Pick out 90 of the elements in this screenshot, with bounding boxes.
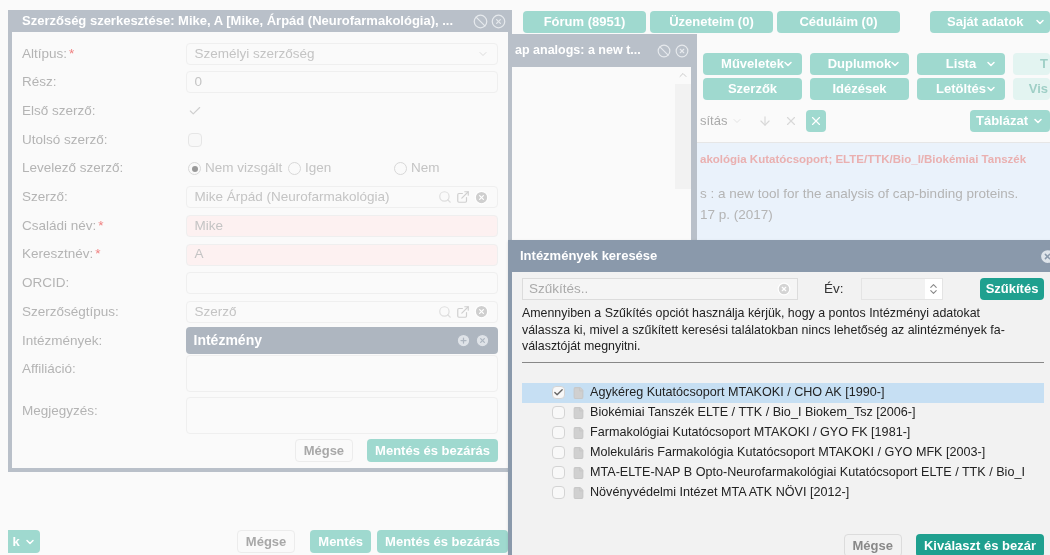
filter-button[interactable]: Szűkítés — [980, 278, 1044, 300]
document-icon — [572, 405, 585, 420]
close-icon — [809, 114, 823, 128]
required-mark: * — [98, 216, 104, 235]
input-field[interactable]: A — [185, 243, 498, 266]
dialog-title: Intézmények keresése — [520, 247, 658, 266]
institution-item[interactable]: Agykéreg Kutatócsoport MTAKOKI / CHO AK [1990-] — [522, 382, 1044, 403]
field-label: Első szerző: — [22, 102, 96, 121]
field-label: Levelező szerző: — [22, 159, 124, 178]
field-label: Családi név: — [22, 216, 97, 235]
institution-item[interactable]: Farmakológiai Kutatócsoport MTAKOKI / GYO FK [1981-] — [522, 422, 1044, 443]
minimize-icon[interactable] — [657, 43, 671, 58]
checkbox[interactable] — [552, 486, 565, 499]
field-label: Szerzőségtípus: — [22, 302, 119, 321]
checkbox[interactable] — [552, 466, 565, 479]
field-label: ORCID: — [22, 274, 70, 293]
table-view-button[interactable]: Táblázat — [970, 110, 1050, 132]
toolbar-button[interactable]: Lista — [917, 53, 1005, 75]
field-label: Rész: — [22, 73, 57, 92]
checkbox[interactable] — [552, 386, 565, 399]
nav-button[interactable]: Saját adatok — [930, 11, 1050, 33]
field-label: Utolsó szerző: — [22, 130, 108, 149]
clear-icon[interactable] — [474, 189, 489, 205]
required-mark: * — [95, 245, 101, 264]
filter-field[interactable]: Szűkítés.. — [522, 278, 798, 300]
popout-icon[interactable] — [456, 190, 470, 205]
field-label: Altípus: — [22, 44, 68, 63]
document-icon — [572, 425, 585, 440]
window-title: ap analogs: a new t... — [515, 42, 641, 60]
field-label: Intézmények: — [22, 331, 103, 350]
field-label: Szerző: — [22, 188, 68, 207]
checkbox[interactable] — [552, 426, 565, 439]
toolbar-button[interactable]: Műveletek — [703, 53, 802, 75]
footer-button[interactable]: Mentés — [310, 530, 372, 553]
input-field[interactable]: Mike — [185, 214, 498, 237]
toolbar-button[interactable]: Duplumok — [810, 53, 909, 75]
field-label: Megjegyzés: — [22, 402, 98, 420]
sort-select[interactable]: sítás — [700, 110, 750, 132]
nav-button[interactable]: Üzeneteim (0) — [650, 11, 773, 33]
year-label: Év: — [824, 279, 844, 298]
remove-icon[interactable] — [475, 333, 490, 349]
search-icon[interactable] — [438, 304, 452, 319]
checkbox[interactable] — [552, 406, 565, 419]
add-icon[interactable] — [456, 333, 471, 349]
menu-button[interactable]: k — [8, 530, 40, 553]
dialog-button[interactable]: Mégse — [843, 534, 902, 555]
item-label: Növényvédelmi Intézet MTA ATK NÖVI [2012-] — [590, 484, 850, 502]
item-label: MTA-ELTE-NAP B Opto-Neurofarmakológiai Kutatócsoport ELTE / TTK / Bio_I — [590, 464, 1025, 482]
institution-item[interactable]: Biokémiai Tanszék ELTE / TTK / Bio_I Biokem_Tsz [2006-] — [522, 402, 1044, 423]
toolbar-button[interactable]: Szerzők — [703, 78, 802, 100]
field-label: Affiliáció: — [22, 360, 76, 378]
item-label: Molekuláris Farmakológia Kutatócsoport MTAKOKI / GYO MFK [2003-] — [590, 444, 986, 462]
footer-button[interactable]: Mégse — [236, 530, 296, 553]
popout-icon[interactable] — [456, 304, 470, 319]
field-label: Keresztnév: — [22, 245, 94, 264]
record-title: s : a new tool for the analysis of cap-binding proteins. — [700, 185, 1020, 204]
list-header: Intézmény — [185, 327, 498, 355]
search-icon[interactable] — [438, 190, 452, 205]
notice-text: Amennyiben a Szűkítés opciót használja kérjük, hogy a pontos Intézményi adatokat válassza ki, mivel a szűkített keresési találatokban nincs lehetőség az alintézmények fa-választóját megnyitni. — [522, 305, 1006, 355]
institution-item[interactable]: Növényvédelmi Intézet MTA ATK NÖVI [2012-] — [522, 482, 1044, 503]
dialog-button[interactable]: Kiválaszt és bezár — [916, 534, 1044, 555]
text-area[interactable] — [185, 355, 498, 392]
dialog-button[interactable]: Mégse — [294, 439, 354, 462]
document-icon — [572, 385, 585, 400]
institution-item[interactable]: MTA-ELTE-NAP B Opto-Neurofarmakológiai Kutatócsoport ELTE / TTK / Bio_I — [522, 462, 1044, 483]
footer-button[interactable]: Mentés és bezárás — [377, 530, 508, 553]
nav-button[interactable]: Fórum (8951) — [523, 11, 646, 33]
record-source: 17 p. (2017) — [700, 205, 774, 224]
dialog-button[interactable]: Mentés és bezárás — [367, 439, 498, 462]
close-filter-button[interactable] — [806, 110, 826, 132]
document-icon — [572, 445, 585, 460]
toolbar-button[interactable]: Letöltés — [917, 78, 1005, 100]
clear-icon[interactable] — [784, 114, 798, 128]
document-icon — [572, 465, 585, 480]
nav-button[interactable]: Céduláim (0) — [777, 11, 900, 33]
institution-item[interactable]: Molekuláris Farmakológia Kutatócsoport MTAKOKI / GYO MFK [2003-] — [522, 442, 1044, 463]
stepper-icon[interactable] — [924, 279, 942, 299]
record-institutions: akológia Kutatócsoport; ELTE/TTK/Bio_I/Biokémiai Tanszék — [700, 152, 1028, 167]
dialog-title: Szerzőség szerkesztése: Mike, A [Mike, Árpád (Neurofarmakológia), ... — [22, 12, 454, 31]
minimize-icon[interactable] — [473, 13, 488, 29]
required-mark: * — [69, 44, 75, 63]
toolbar-button[interactable]: Idézések — [810, 78, 909, 100]
year-field[interactable] — [860, 278, 943, 300]
clear-icon[interactable] — [474, 304, 489, 320]
checkbox[interactable] — [552, 446, 565, 459]
item-label: Agykéreg Kutatócsoport MTAKOKI / CHO AK [1990-] — [590, 384, 885, 402]
item-label: Biokémiai Tanszék ELTE / TTK / Bio_I Biokem_Tsz [2006-] — [590, 404, 916, 422]
clear-icon[interactable] — [777, 282, 791, 296]
item-label: Farmakológiai Kutatócsoport MTAKOKI / GYO FK [1981-] — [590, 424, 911, 442]
document-icon — [572, 485, 585, 500]
